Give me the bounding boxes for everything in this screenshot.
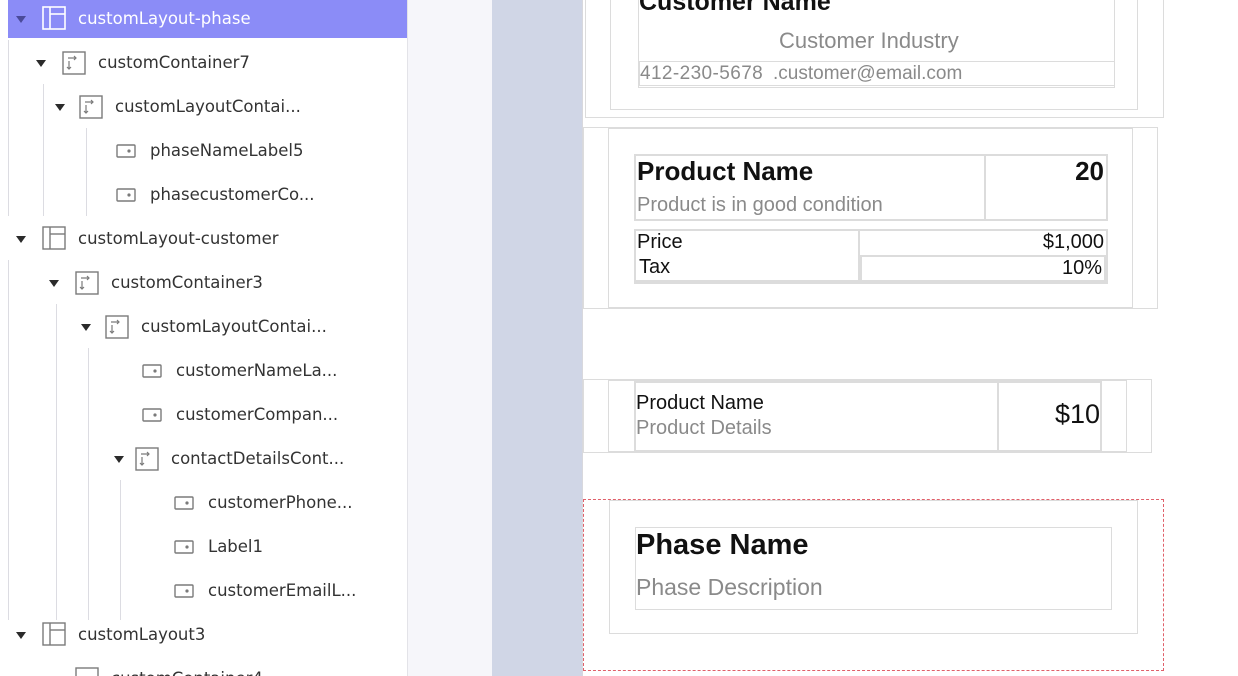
label-icon [116, 188, 136, 202]
product-row-name[interactable]: Product Name [636, 392, 764, 415]
tree-item-label: customContainer4 [111, 669, 263, 676]
product-row-price[interactable]: $10 [1055, 399, 1100, 430]
label-icon [142, 408, 162, 422]
tree-item-customerphonelabel[interactable]: customerPhone... [0, 482, 407, 522]
tree-item-label: customLayoutContai... [141, 317, 327, 336]
tree-item-customernamelabel[interactable]: customerNameLa... [0, 350, 407, 390]
tree-item-label: customerPhone... [208, 493, 353, 512]
tree-item-customercompanylabel[interactable]: customerCompan... [0, 394, 407, 434]
tree-item-label: customLayout-customer [78, 229, 279, 248]
product-row-price-cell[interactable]: $10 [997, 381, 1102, 452]
chevron-down-icon[interactable] [36, 60, 46, 67]
layout-icon [42, 226, 66, 250]
tree-item-label: customLayout3 [78, 625, 206, 644]
container-icon [75, 271, 99, 295]
container-icon [79, 95, 103, 119]
product-row-details[interactable]: Product Details [636, 417, 772, 440]
customer-industry-label[interactable]: Customer Industry [779, 28, 959, 54]
product-row-layout[interactable]: Product Name Product Details $10 [583, 379, 1152, 453]
tree-item-label: Label1 [208, 537, 264, 556]
container-icon [62, 51, 86, 75]
tree-item-label: customContainer7 [98, 53, 250, 72]
tree-item-customcontainer4[interactable]: customContainer4 [0, 658, 407, 676]
tree-item-label: phaseNameLabel5 [150, 141, 304, 160]
customer-email-label[interactable]: .customer@email.com [773, 63, 962, 85]
customer-container[interactable]: Customer Name Customer Industry 412-230-… [610, 0, 1138, 110]
layout-icon [42, 622, 66, 646]
phase-layout-selected[interactable]: Phase Name Phase Description [583, 499, 1164, 671]
design-canvas[interactable]: Customer Name Customer Industry 412-230-… [582, 0, 1238, 676]
tree-item-customeremaillabel[interactable]: customerEmailL... [0, 570, 407, 610]
price-value[interactable]: $1,000 [1043, 231, 1104, 254]
phase-description-label[interactable]: Phase Description [636, 574, 823, 601]
label-icon [174, 496, 194, 510]
canvas-gutter [408, 0, 492, 676]
product-row-content[interactable]: Product Name Product Details $10 [634, 381, 1102, 452]
tree-item-customlayoutcontainer[interactable]: customLayoutContai... [0, 86, 407, 126]
product-pricing-grid[interactable]: Price Tax $1,000 10% [634, 229, 1108, 284]
phase-container[interactable]: Phase Name Phase Description [609, 500, 1138, 634]
tree-item-customlayout3[interactable]: customLayout3 [0, 614, 407, 654]
tree-item-phasecustomercontent[interactable]: phasecustomerCo... [0, 174, 407, 214]
price-label[interactable]: Price [637, 231, 683, 254]
chevron-down-icon[interactable] [16, 16, 26, 23]
product-description-label[interactable]: Product is in good condition [637, 194, 883, 217]
chevron-down-icon[interactable] [49, 280, 59, 287]
label-icon [142, 364, 162, 378]
tree-item-label: customerEmailL... [208, 581, 357, 600]
chevron-down-icon[interactable] [114, 456, 124, 463]
tree-item-phasenamelabel5[interactable]: phaseNameLabel5 [0, 130, 407, 170]
tax-value-cell[interactable]: 10% [860, 255, 1106, 282]
chevron-down-icon[interactable] [16, 236, 26, 243]
phase-name-label[interactable]: Phase Name [636, 529, 809, 562]
product-row-container[interactable]: Product Name Product Details $10 [608, 380, 1127, 452]
chevron-down-icon[interactable] [81, 324, 91, 331]
tax-value[interactable]: 10% [1062, 257, 1102, 280]
contact-details-container[interactable]: 412-230-5678 .customer@email.com [639, 61, 1115, 86]
tree-item-label: phasecustomerCo... [150, 185, 315, 204]
chevron-down-icon[interactable] [55, 104, 65, 111]
phase-content[interactable]: Phase Name Phase Description [635, 527, 1112, 610]
customer-phone-label[interactable]: 412-230-5678 [640, 63, 763, 85]
product-quantity-cell[interactable]: 20 [984, 154, 1108, 221]
customer-name-label[interactable]: Customer Name [639, 0, 831, 17]
tree-item-label: customerCompan... [176, 405, 339, 424]
tree-item-contactdetailscontainer[interactable]: contactDetailsCont... [0, 438, 407, 478]
container-icon [135, 447, 159, 471]
tree-item-customlayoutcontainer[interactable]: customLayoutContai... [0, 306, 407, 346]
tree-item-customlayout-phase[interactable]: customLayout-phase [8, 0, 407, 38]
tax-label[interactable]: Tax [639, 256, 670, 279]
tree-item-label: contactDetailsCont... [171, 449, 345, 468]
container-icon [105, 315, 129, 339]
customer-layout[interactable]: Customer Name Customer Industry 412-230-… [585, 0, 1164, 118]
tree-item-customlayout-customer[interactable]: customLayout-customer [0, 218, 407, 258]
label-icon [116, 144, 136, 158]
product-name-label[interactable]: Product Name [637, 156, 813, 187]
tree-item-label1[interactable]: Label1 [0, 526, 407, 566]
chevron-down-icon[interactable] [16, 632, 26, 639]
tree-item-customcontainer3[interactable]: customContainer3 [0, 262, 407, 302]
canvas-side-strip [492, 0, 582, 676]
label-icon [174, 584, 194, 598]
product-container[interactable]: Product Name Product is in good conditio… [608, 128, 1133, 308]
label-icon [174, 540, 194, 554]
customer-content[interactable]: Customer Name Customer Industry 412-230-… [638, 0, 1115, 88]
tree-item-label: customContainer3 [111, 273, 263, 292]
tree-item-label: customerNameLa... [176, 361, 338, 380]
layout-icon [42, 6, 66, 30]
product-layout[interactable]: Product Name Product is in good conditio… [583, 127, 1158, 309]
pricing-labels-column[interactable]: Price Tax [634, 229, 860, 282]
tree-item-label: customLayoutContai... [115, 97, 301, 116]
product-header-row[interactable]: Product Name Product is in good conditio… [634, 154, 1108, 221]
tree-item-label: customLayout-phase [78, 9, 251, 28]
container-icon [75, 667, 99, 676]
tree-item-customcontainer7[interactable]: customContainer7 [0, 42, 407, 82]
product-quantity-label[interactable]: 20 [1075, 156, 1104, 187]
component-tree: customLayout-phase customContainer7 cust… [0, 0, 408, 676]
